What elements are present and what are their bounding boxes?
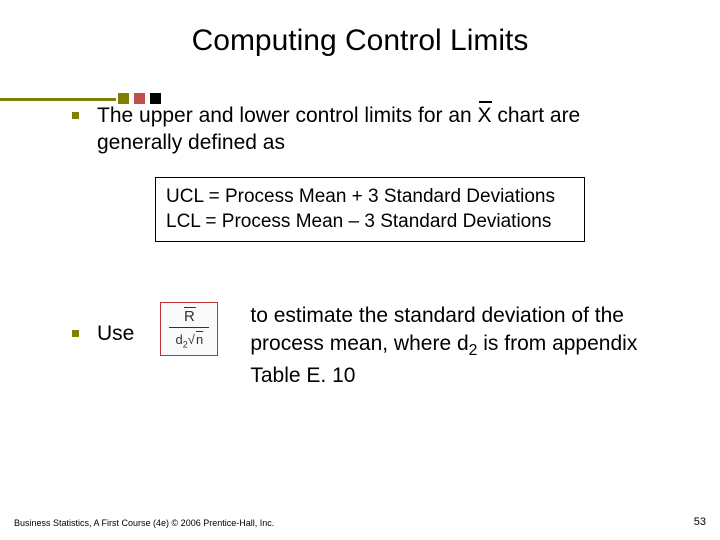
slide-body: The upper and lower control limits for a… bbox=[0, 76, 720, 390]
denom-d: d bbox=[176, 332, 183, 347]
lcl-line: LCL = Process Mean – 3 Standard Deviatio… bbox=[166, 209, 574, 235]
slide-title: Computing Control Limits bbox=[0, 0, 720, 76]
bullet-1-text: The upper and lower control limits for a… bbox=[97, 102, 668, 157]
bullet-marker-icon bbox=[72, 330, 79, 337]
page-number: 53 bbox=[694, 516, 706, 528]
ucl-line: UCL = Process Mean + 3 Standard Deviatio… bbox=[166, 184, 574, 210]
x-bar-symbol: X bbox=[478, 102, 492, 129]
denom-n: n bbox=[195, 332, 203, 347]
bullet-1-prefix: The upper and lower control limits for a… bbox=[97, 104, 478, 127]
formula-denominator: d2√n bbox=[161, 331, 217, 351]
formula-box: UCL = Process Mean + 3 Standard Deviatio… bbox=[155, 177, 585, 242]
bullet-marker-icon bbox=[72, 112, 79, 119]
rbar-formula: R d2√n bbox=[160, 302, 218, 356]
footer-text: Business Statistics, A First Course (4e)… bbox=[14, 518, 274, 528]
fraction-line-icon bbox=[169, 327, 209, 328]
decorative-line bbox=[0, 92, 180, 106]
bullet-2-text: to estimate the standard deviation of th… bbox=[244, 302, 668, 390]
use-label: Use bbox=[97, 302, 134, 348]
sqrt-icon: √ bbox=[188, 332, 195, 347]
bullet-1: The upper and lower control limits for a… bbox=[72, 102, 668, 157]
formula-numerator: R bbox=[161, 307, 217, 327]
bullet-2: Use R d2√n to estimate the standard devi… bbox=[72, 302, 668, 390]
